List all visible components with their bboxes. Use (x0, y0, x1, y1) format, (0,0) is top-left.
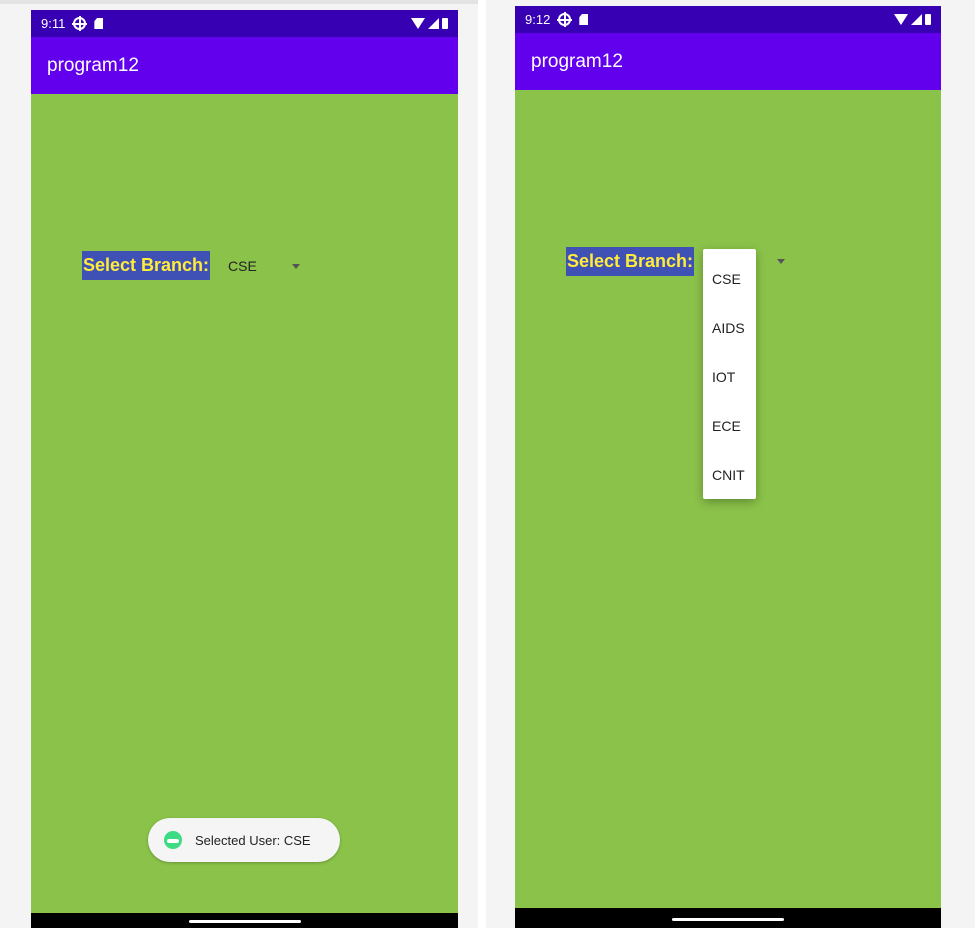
navigation-bar (515, 908, 941, 928)
signal-icon (911, 14, 922, 25)
app-bar: program12 (515, 33, 941, 90)
battery-icon (442, 18, 448, 29)
left-screen: 9:11 program12 Select Branch: CSE Select… (31, 10, 458, 928)
toast-message: Selected User: CSE (148, 818, 340, 862)
wifi-icon (411, 18, 425, 29)
status-icons (894, 14, 931, 25)
status-bar: 9:11 (31, 10, 458, 37)
wifi-icon (894, 14, 908, 25)
sd-card-icon (94, 18, 104, 29)
navigation-bar (31, 913, 458, 928)
dropdown-option-aids[interactable]: AIDS (703, 303, 756, 352)
select-branch-label: Select Branch: (566, 247, 695, 276)
app-title: program12 (531, 50, 623, 72)
status-time: 9:12 (525, 12, 551, 27)
home-handle[interactable] (672, 918, 784, 921)
top-border (0, 0, 478, 4)
select-branch-label: Select Branch: (82, 251, 211, 280)
battery-icon (925, 14, 931, 25)
dropdown-arrow-icon[interactable] (777, 258, 785, 264)
app-title: program12 (47, 54, 139, 76)
branch-dropdown-menu: CSE AIDS IOT ECE CNIT (703, 249, 756, 499)
spinner-selected-value: CSE (228, 258, 257, 274)
branch-spinner[interactable] (777, 257, 785, 265)
dropdown-option-iot[interactable]: IOT (703, 352, 756, 401)
status-bar: 9:12 (515, 6, 941, 33)
status-time: 9:11 (41, 16, 66, 31)
target-icon (72, 16, 88, 31)
dropdown-option-ece[interactable]: ECE (703, 401, 756, 450)
target-icon (557, 12, 573, 27)
signal-icon (428, 18, 439, 29)
sd-card-icon (579, 14, 589, 25)
branch-spinner[interactable]: CSE (228, 257, 300, 275)
app-bar: program12 (31, 37, 458, 94)
dropdown-option-cnit[interactable]: CNIT (703, 450, 756, 499)
status-icons (411, 18, 448, 29)
home-handle[interactable] (188, 920, 301, 923)
android-icon (164, 831, 182, 849)
dropdown-arrow-icon[interactable] (292, 263, 300, 269)
right-screen: 9:12 program12 Select Branch: CSE AIDS I… (515, 6, 941, 928)
toast-text: Selected User: CSE (195, 832, 311, 848)
dropdown-option-cse[interactable]: CSE (703, 254, 756, 303)
screen-divider (478, 0, 486, 928)
